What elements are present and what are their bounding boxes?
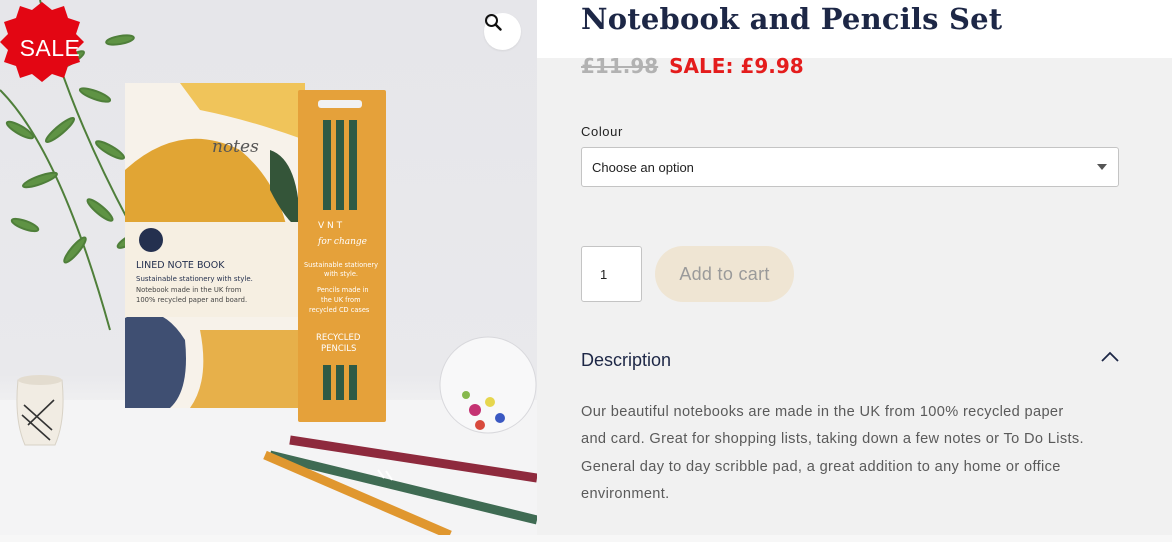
svg-text:the UK from: the UK from <box>321 296 361 304</box>
svg-text:RECYCLED: RECYCLED <box>316 333 361 343</box>
product-title: Notebook and Pencils Set <box>581 2 1003 36</box>
description-line: General day to day scribble pad, a great… <box>581 458 1061 475</box>
description-line: Our beautiful notebooks are made in the … <box>581 404 1064 420</box>
add-to-cart-button[interactable]: Add to cart <box>655 246 794 302</box>
old-price: £11.98 <box>581 54 659 78</box>
sale-badge: SALE <box>19 34 81 61</box>
colour-label: Colour <box>581 124 623 139</box>
svg-text:V N T: V N T <box>318 221 343 231</box>
svg-text:with style.: with style. <box>324 270 358 278</box>
quantity-input[interactable] <box>581 246 642 302</box>
colour-select-value: Choose an option <box>592 159 694 175</box>
description-text: Our beautiful notebooks are made in the … <box>581 399 1126 509</box>
svg-text:100% recycled paper and board.: 100% recycled paper and board. <box>136 296 247 304</box>
magnifier-icon <box>485 14 502 31</box>
svg-text:Sustainable stationery with st: Sustainable stationery with style. <box>136 275 253 283</box>
description-line: environment. <box>581 486 670 503</box>
description-heading[interactable]: Description <box>581 350 671 371</box>
dropdown-arrow-icon <box>1097 164 1107 170</box>
colour-select[interactable]: Choose an option <box>581 147 1119 187</box>
chevron-up-icon[interactable] <box>1098 348 1122 366</box>
price: £11.98 SALE: £9.98 <box>581 54 804 78</box>
svg-text:recycled CD cases: recycled CD cases <box>309 306 370 314</box>
svg-text:for change: for change <box>317 237 367 247</box>
bottom-strip <box>0 535 1172 542</box>
product-gallery: notes LINED NOTE BOOK Sustainable statio… <box>0 0 537 535</box>
svg-text:Pencils made in: Pencils made in <box>317 286 369 294</box>
svg-text:Notebook made in the UK from: Notebook made in the UK from <box>136 286 242 294</box>
sale-price: SALE: £9.98 <box>669 54 804 78</box>
svg-text:LINED NOTE BOOK: LINED NOTE BOOK <box>136 260 225 271</box>
description-line: and card. Great for shopping lists, taki… <box>581 431 1084 448</box>
svg-text:PENCILS: PENCILS <box>321 344 356 354</box>
svg-text:Sustainable stationery: Sustainable stationery <box>304 261 378 269</box>
zoom-button[interactable] <box>484 13 521 50</box>
svg-text:notes: notes <box>212 137 259 157</box>
